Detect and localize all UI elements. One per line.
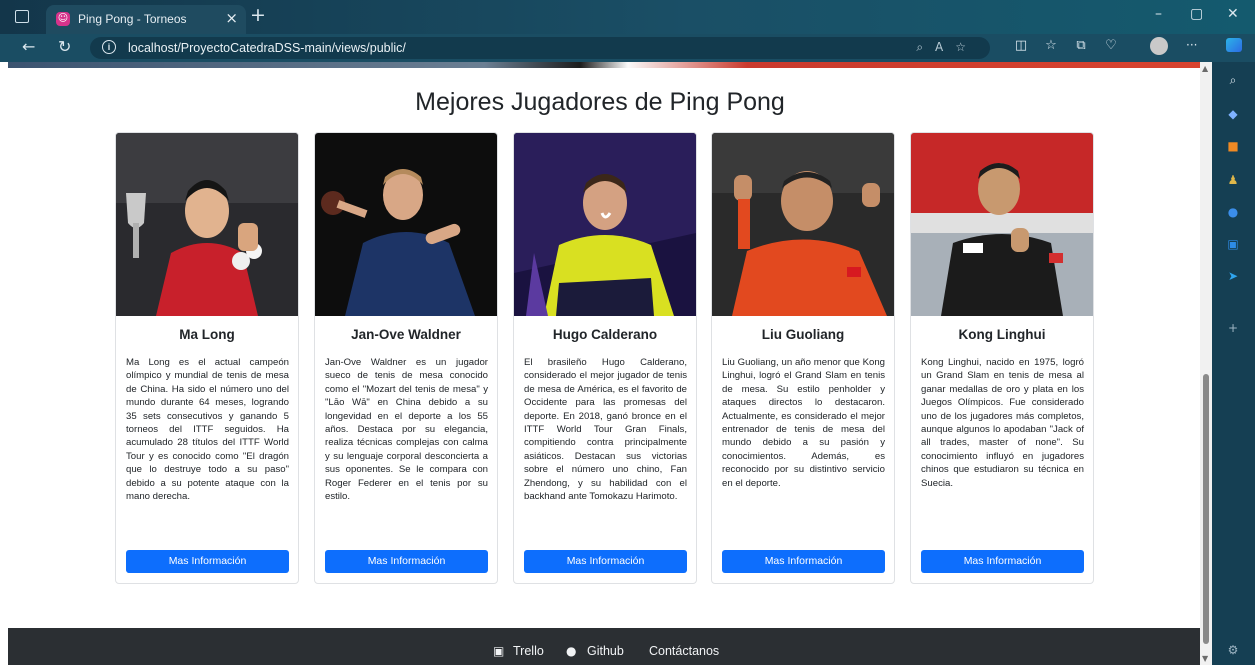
github-icon: ● — [566, 644, 577, 658]
player-photo — [911, 133, 1093, 316]
extensions-icon[interactable]: ♡ — [1096, 38, 1126, 53]
minimize-button[interactable]: – — [1155, 6, 1162, 22]
player-card: Hugo Calderano El brasileño Hugo Caldera… — [513, 132, 697, 584]
send-icon[interactable]: ➤ — [1225, 268, 1241, 284]
more-info-button[interactable]: Mas Información — [524, 550, 687, 573]
site-footer: ▣ Trello ● Github Contáctanos — [8, 628, 1200, 665]
player-photo — [712, 133, 894, 316]
url-field[interactable]: i localhost/ProyectoCatedraDSS-main/view… — [90, 37, 990, 59]
player-card: Kong Linghui Kong Linghui, nacido en 197… — [910, 132, 1094, 584]
player-photo — [315, 133, 497, 316]
url-text[interactable]: localhost/ProyectoCatedraDSS-main/views/… — [128, 41, 406, 55]
player-photo — [116, 133, 298, 316]
url-actions-icons[interactable]: ⌕A☆ — [916, 40, 978, 55]
browser-tab-bar: ☺ Ping Pong - Torneos × + – ▢ ✕ — [0, 0, 1255, 34]
sidebar-settings-gear-icon[interactable]: ⚙ — [1225, 642, 1241, 658]
reload-icon[interactable]: ↻ — [58, 37, 71, 56]
edge-sidebar: ⌕ ◆ ■ ♟ ● ▣ ➤ + ⚙ — [1212, 62, 1255, 665]
trello-icon: ▣ — [493, 644, 505, 658]
more-options-icon[interactable]: ··· — [1186, 38, 1197, 52]
player-description: El brasileño Hugo Calderano, considerado… — [524, 357, 687, 503]
tab-title: Ping Pong - Torneos — [78, 12, 187, 26]
player-description: Jan-Ove Waldner es un jugador sueco de t… — [325, 357, 488, 503]
add-sidebar-app-icon[interactable]: + — [1225, 320, 1241, 336]
copilot-icon[interactable] — [1226, 38, 1242, 52]
more-info-button[interactable]: Mas Información — [921, 550, 1084, 573]
player-card: Jan-Ove Waldner Jan-Ove Waldner es un ju… — [314, 132, 498, 584]
scroll-down-arrow-icon[interactable]: ▼ — [1202, 654, 1208, 663]
outlook-icon[interactable]: ▣ — [1225, 236, 1241, 252]
player-card: Liu Guoliang Liu Guoliang, un año menor … — [711, 132, 895, 584]
restore-button[interactable]: ▢ — [1190, 6, 1203, 22]
player-name: Kong Linghui — [958, 327, 1046, 342]
split-screen-icon[interactable]: ◫ — [1006, 38, 1036, 53]
tab-actions-icon[interactable] — [15, 10, 29, 23]
scroll-thumb[interactable] — [1203, 374, 1209, 644]
footer-contact-link[interactable]: Contáctanos — [649, 644, 719, 658]
site-info-icon[interactable]: i — [102, 40, 116, 54]
search-icon[interactable]: ⌕ — [1225, 72, 1241, 88]
games-icon[interactable]: ♟ — [1225, 172, 1241, 188]
section-title: Mejores Jugadores de Ping Pong — [415, 88, 785, 116]
page-scrollbar[interactable]: ▲ ▼ — [1200, 62, 1212, 665]
tab-close-icon[interactable]: × — [225, 9, 238, 27]
player-name: Hugo Calderano — [552, 327, 658, 342]
more-info-button[interactable]: Mas Información — [126, 550, 289, 573]
player-card: Ma Long Ma Long es el actual campeón olí… — [115, 132, 299, 584]
scroll-up-arrow-icon[interactable]: ▲ — [1202, 64, 1208, 73]
copilot-app-icon[interactable]: ● — [1225, 204, 1241, 220]
player-name: Liu Guoliang — [761, 327, 845, 342]
profile-avatar[interactable] — [1150, 37, 1168, 55]
player-photo — [514, 133, 696, 316]
page-viewport: Mejores Jugadores de Ping Pong Ma Long M… — [0, 62, 1200, 665]
close-window-button[interactable]: ✕ — [1227, 6, 1239, 22]
browser-tab[interactable]: ☺ Ping Pong - Torneos × — [46, 5, 246, 34]
favorites-icon[interactable]: ☆ — [1036, 38, 1066, 53]
player-description: Kong Linghui, nacido en 1975, logró un G… — [921, 357, 1084, 489]
more-info-button[interactable]: Mas Información — [722, 550, 885, 573]
player-description: Liu Guoliang, un año menor que Kong Ling… — [722, 357, 885, 489]
player-name: Jan-Ove Waldner — [351, 327, 461, 342]
back-arrow-icon[interactable]: ← — [22, 37, 35, 56]
tools-briefcase-icon[interactable]: ■ — [1225, 138, 1241, 154]
browser-toolbar: ◫ ☆ ⧉ ♡ — [1006, 38, 1126, 53]
collections-icon[interactable]: ⧉ — [1066, 38, 1096, 53]
player-description: Ma Long es el actual campeón olímpico y … — [126, 357, 289, 503]
new-tab-button[interactable]: + — [250, 4, 266, 26]
shopping-tag-icon[interactable]: ◆ — [1225, 106, 1241, 122]
favicon-icon: ☺ — [56, 12, 70, 26]
hero-banner-edge — [8, 62, 1200, 68]
player-name: Ma Long — [179, 327, 235, 342]
footer-trello-link[interactable]: Trello — [513, 644, 544, 658]
footer-github-link[interactable]: Github — [587, 644, 624, 658]
more-info-button[interactable]: Mas Información — [325, 550, 488, 573]
